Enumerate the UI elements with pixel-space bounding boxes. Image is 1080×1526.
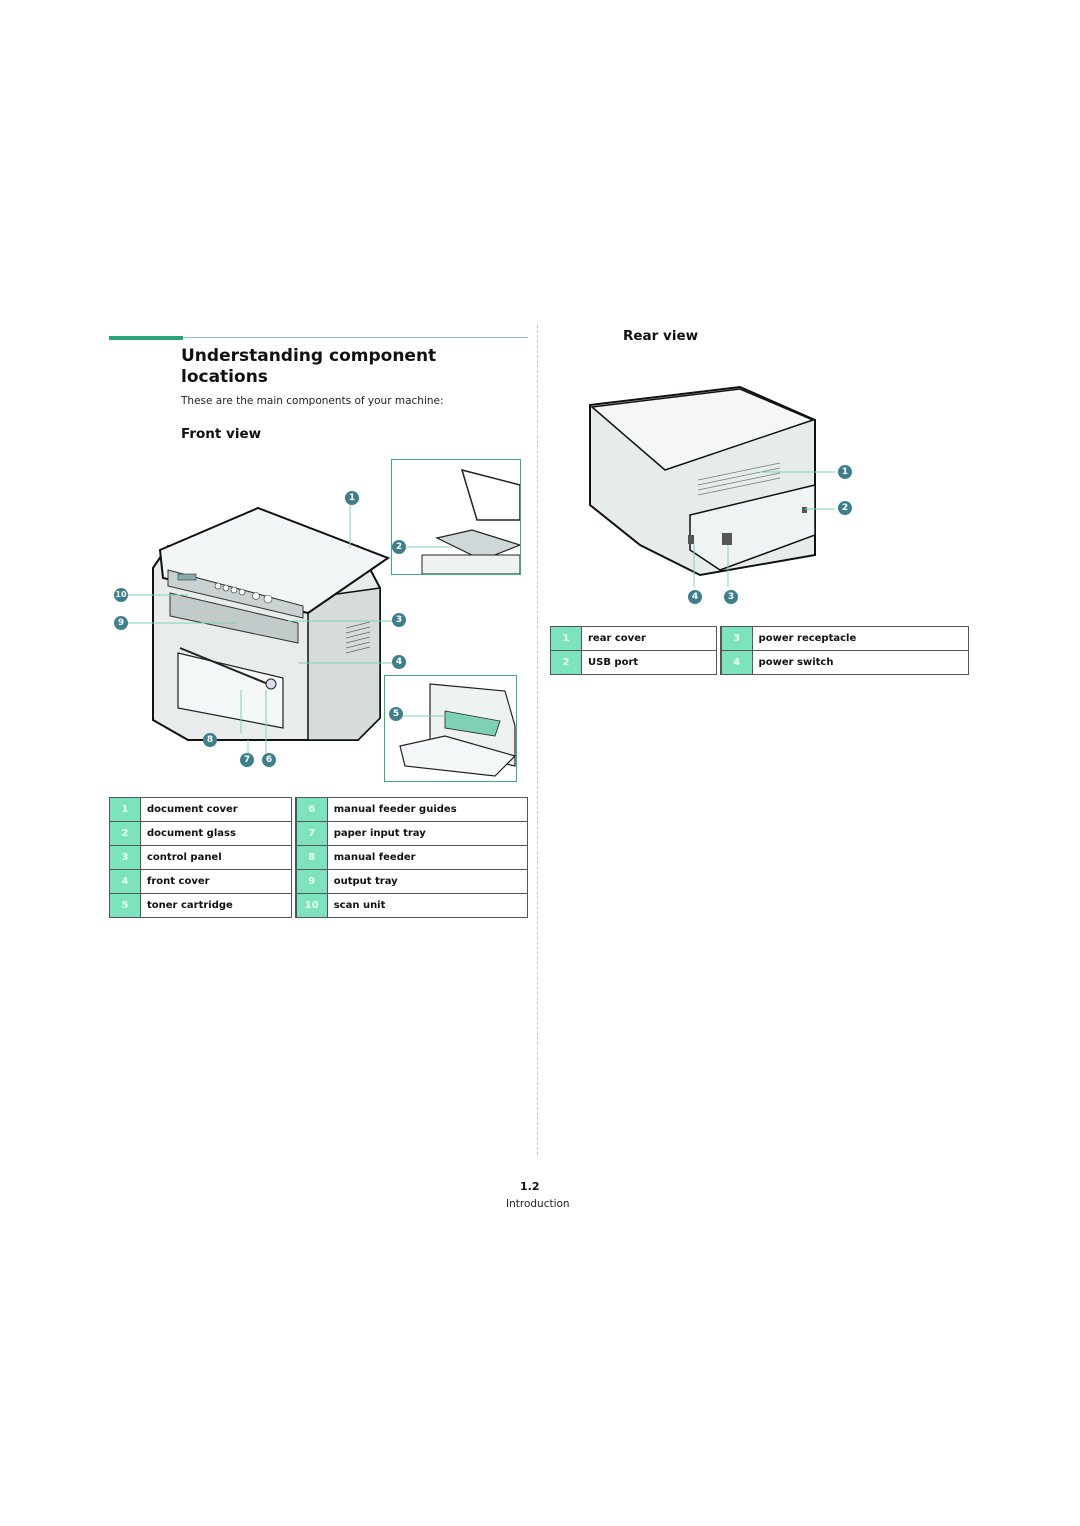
heading-accent-bar (109, 336, 183, 340)
item-number: 7 (295, 822, 327, 846)
item-label: document glass (140, 822, 292, 846)
page-number: 1.2 (520, 1180, 540, 1193)
front-callout-4: 4 (392, 655, 406, 669)
item-number: 6 (295, 797, 327, 822)
item-label: manual feeder guides (326, 797, 528, 822)
front-callout-6: 6 (262, 753, 276, 767)
front-callout-5: 5 (389, 707, 403, 721)
rear-callout-1: 1 (838, 465, 852, 479)
toner-cartridge-drawing (399, 683, 517, 777)
rear-components-table: 1 rear cover 3 power receptacle 2 USB po… (550, 626, 969, 675)
document-glass-drawing (407, 468, 522, 575)
table-row: 4 front cover 9 output tray (109, 870, 528, 894)
front-callout-7: 7 (240, 753, 254, 767)
page-title: Understanding component locations (181, 346, 437, 387)
item-label: document cover (140, 797, 292, 822)
item-label: paper input tray (326, 822, 528, 846)
item-label: scan unit (326, 894, 528, 918)
item-number: 3 (720, 626, 752, 651)
rear-callout-2: 2 (838, 501, 852, 515)
printer-front-drawing (152, 506, 391, 741)
document-glass-inset (391, 459, 522, 575)
item-number: 4 (109, 870, 140, 894)
table-row: 5 toner cartridge 10 scan unit (109, 894, 528, 918)
rear-callout-4: 4 (688, 590, 702, 604)
front-components-table: 1 document cover 6 manual feeder guides … (109, 797, 528, 918)
front-view-heading: Front view (181, 426, 262, 442)
front-callout-1: 1 (345, 491, 359, 505)
item-label: front cover (140, 870, 292, 894)
rear-view-illustration (589, 385, 835, 587)
table-row: 2 document glass 7 paper input tray (109, 822, 528, 846)
item-label: control panel (140, 846, 292, 870)
item-label: power switch (751, 651, 969, 675)
rear-view-heading: Rear view (623, 328, 699, 344)
column-divider (537, 325, 538, 1155)
front-callout-3: 3 (392, 613, 406, 627)
intro-text: These are the main components of your ma… (181, 395, 444, 407)
item-number: 2 (550, 651, 581, 675)
item-number: 2 (109, 822, 140, 846)
table-row: 2 USB port 4 power switch (550, 651, 969, 675)
table-row: 1 rear cover 3 power receptacle (550, 626, 969, 651)
item-number: 1 (109, 797, 140, 822)
table-row: 3 control panel 8 manual feeder (109, 846, 528, 870)
front-callout-2: 2 (392, 540, 406, 554)
front-callout-10: 10 (114, 588, 128, 602)
item-label: USB port (581, 651, 717, 675)
toner-cartridge-inset (384, 675, 517, 782)
item-number: 1 (550, 626, 581, 651)
rear-callout-3: 3 (724, 590, 738, 604)
item-number: 8 (295, 846, 327, 870)
item-number: 5 (109, 894, 140, 918)
item-label: toner cartridge (140, 894, 292, 918)
item-number: 3 (109, 846, 140, 870)
item-number: 4 (720, 651, 752, 675)
table-row: 1 document cover 6 manual feeder guides (109, 797, 528, 822)
item-label: rear cover (581, 626, 717, 651)
front-callout-9: 9 (114, 616, 128, 630)
front-callout-8: 8 (203, 733, 217, 747)
heading-rule (183, 337, 528, 338)
item-number: 10 (295, 894, 327, 918)
section-name: Introduction (506, 1198, 570, 1210)
item-label: power receptacle (751, 626, 969, 651)
printer-rear-drawing (589, 385, 816, 577)
item-number: 9 (295, 870, 327, 894)
item-label: manual feeder (326, 846, 528, 870)
item-label: output tray (326, 870, 528, 894)
